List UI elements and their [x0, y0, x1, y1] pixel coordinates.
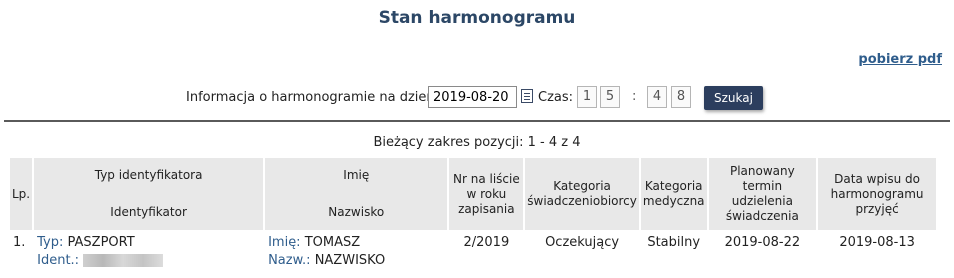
range-info: Bieżący zakres pozycji: 1 - 4 z 4 — [373, 135, 581, 150]
imie-label: Imię: — [268, 235, 301, 250]
cell-nr: 2/2019 — [463, 235, 510, 250]
header-name: Imię Nazwisko — [265, 158, 448, 230]
time-colon: : — [632, 89, 637, 104]
header-identifier: Typ identyfikatora Identyfikator — [34, 158, 264, 230]
header-kat-sw: Kategoria świadczeniobiorcy — [525, 158, 639, 230]
divider — [4, 120, 950, 122]
cell-name: Imię: TOMASZ Nazw.: NAZWISKO — [265, 232, 447, 268]
cell-data-wpisu: 2019-08-13 — [839, 235, 915, 250]
header-nazwisko: Nazwisko — [328, 205, 385, 219]
typ-value: PASZPORT — [67, 235, 135, 250]
imie-value: TOMASZ — [304, 235, 361, 250]
search-row: Informacja o harmonogramie na dzień: Cza… — [0, 86, 954, 110]
header-data-wpisu: Data wpisu do harmonogramu przyjęć — [818, 158, 936, 230]
table-row: 1. Typ: PASZPORT Ident.: Imię: TOMASZ Na… — [10, 232, 936, 268]
date-label: Informacja o harmonogramie na dzień: — [186, 90, 440, 105]
header-termin: Planowany termin udzielenia świadczenia — [708, 158, 817, 230]
nazw-label: Nazw.: — [268, 253, 311, 268]
minute-digit-1[interactable]: 4 — [647, 86, 667, 108]
cell-kat-sw: Oczekujący — [545, 235, 620, 250]
header-typ: Typ identyfikatora — [94, 168, 203, 182]
ident-label: Ident.: — [37, 253, 80, 268]
cell-identifier: Typ: PASZPORT Ident.: — [34, 232, 263, 268]
date-input[interactable] — [428, 86, 517, 108]
download-pdf-link[interactable]: pobierz pdf — [858, 52, 942, 67]
time-label: Czas: — [538, 90, 574, 105]
header-ident: Identyfikator — [110, 205, 187, 219]
ident-redacted — [83, 254, 164, 267]
cell-lp: 1. — [13, 235, 26, 250]
header-imie: Imię — [343, 168, 370, 182]
header-kat-med: Kategoria medyczna — [640, 158, 707, 230]
cell-kat-med: Stabilny — [647, 235, 701, 250]
hour-digit-1[interactable]: 1 — [577, 86, 597, 108]
page-title: Stan harmonogramu — [378, 8, 576, 28]
cell-termin: 2019-08-22 — [724, 235, 801, 250]
nazw-value: NAZWISKO — [314, 253, 386, 268]
hour-digit-2[interactable]: 5 — [600, 86, 620, 108]
search-button[interactable]: Szukaj — [704, 86, 763, 110]
typ-label: Typ: — [37, 235, 64, 250]
header-lp: Lp. — [10, 158, 33, 230]
header-nr: Nr na liście w roku zapisania — [449, 158, 524, 230]
schedule-table: Lp. Typ identyfikatora Identyfikator Imi… — [8, 156, 938, 270]
minute-digit-2[interactable]: 8 — [671, 86, 691, 108]
calendar-icon[interactable] — [521, 89, 533, 103]
